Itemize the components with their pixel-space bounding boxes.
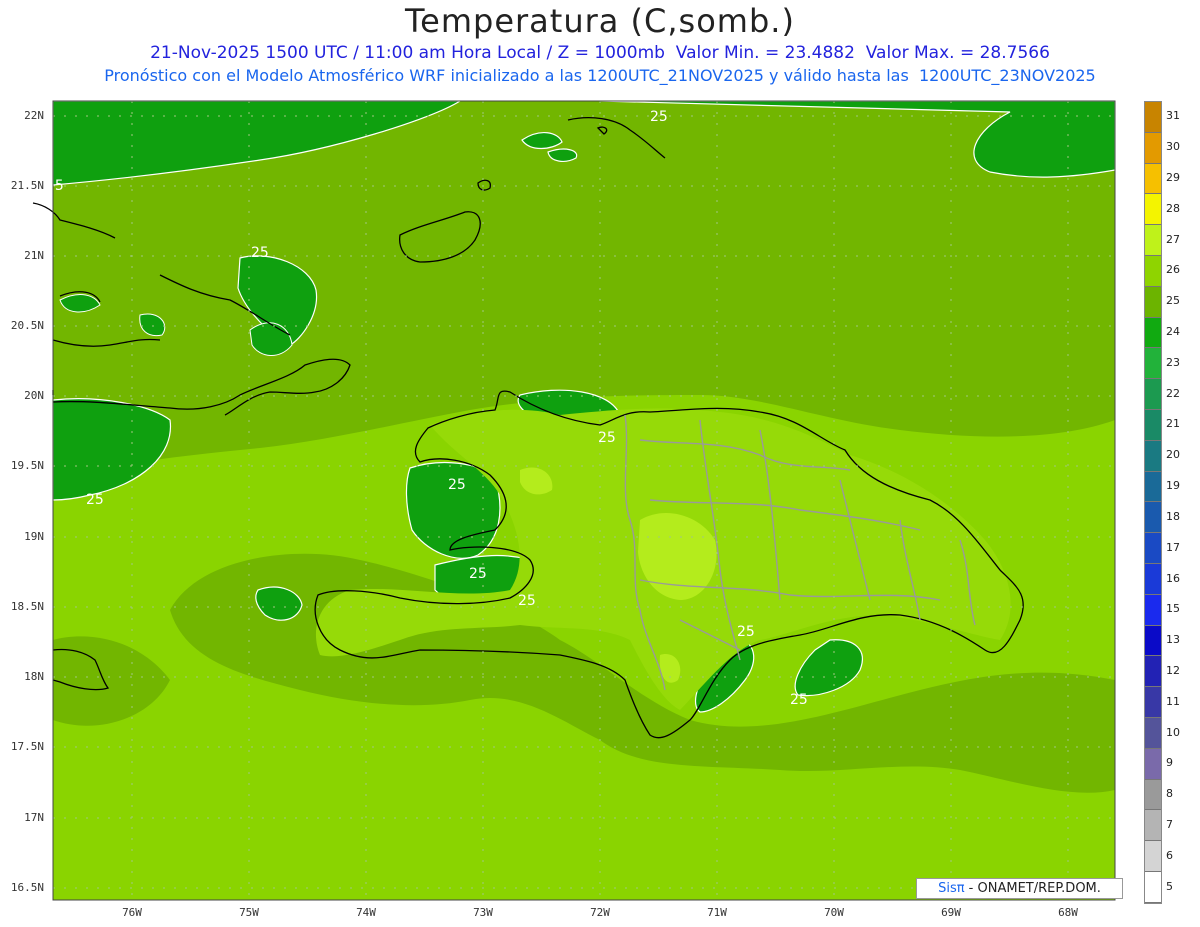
- colorbar-tick-label: 6: [1166, 848, 1173, 862]
- colorbar-tick-label: 21: [1166, 417, 1180, 431]
- colorbar-tick-label: 31: [1166, 109, 1180, 123]
- lat-label: 20N: [24, 389, 44, 402]
- lon-label: 72W: [590, 906, 610, 919]
- lat-label: 18.5N: [10, 600, 44, 613]
- colorbar-swatch: [1145, 163, 1161, 195]
- colorbar-swatch: [1145, 687, 1161, 718]
- colorbar-tick-label: 10: [1166, 725, 1180, 739]
- colorbar-tick-label: 20: [1166, 448, 1180, 462]
- colorbar-swatch: [1145, 779, 1161, 811]
- colorbar-swatch: [1145, 717, 1161, 749]
- colorbar-tick-label: 23: [1166, 355, 1180, 369]
- colorbar-swatch: [1145, 841, 1161, 872]
- contour-label: 25: [251, 245, 269, 261]
- colorbar-tick-label: 30: [1166, 140, 1180, 154]
- colorbar-swatch: [1145, 379, 1161, 410]
- credit-box: Sisπ - ONAMET/REP.DOM.: [916, 878, 1123, 899]
- colorbar-swatch: [1145, 409, 1161, 441]
- contour-label: 25: [790, 692, 808, 708]
- contour-label: 25: [518, 593, 536, 609]
- colorbar-swatch: [1145, 440, 1161, 472]
- colorbar-tick-label: 25: [1166, 294, 1180, 308]
- colorbar-swatch: [1145, 102, 1161, 133]
- colorbar-tick-label: 16: [1166, 571, 1180, 585]
- contour-label: 25: [650, 109, 668, 125]
- colorbar-swatch: [1145, 194, 1161, 226]
- colorbar-tick-label: 5: [1166, 879, 1173, 893]
- credit-org: ONAMET/REP.DOM.: [977, 881, 1101, 896]
- colorbar-swatch: [1145, 132, 1161, 164]
- colorbar-swatch: [1145, 471, 1161, 503]
- lat-label: 21N: [24, 249, 44, 262]
- lat-label: 20.5N: [10, 319, 44, 332]
- colorbar-tick-label: 27: [1166, 232, 1180, 246]
- contour-label: 25: [598, 430, 616, 446]
- colorbar: [1144, 101, 1162, 904]
- colorbar-tick-label: 13: [1166, 633, 1180, 647]
- contour-label: 25: [737, 624, 755, 640]
- lon-label: 74W: [356, 906, 376, 919]
- colorbar-tick-label: 28: [1166, 201, 1180, 215]
- colorbar-swatch: [1145, 656, 1161, 688]
- colorbar-tick-label: 22: [1166, 386, 1180, 400]
- colorbar-tick-label: 18: [1166, 509, 1180, 523]
- colorbar-tick-label: 12: [1166, 663, 1180, 677]
- lon-label: 69W: [941, 906, 961, 919]
- colorbar-swatch: [1145, 348, 1161, 380]
- lat-label: 17.5N: [10, 740, 44, 753]
- colorbar-swatch: [1145, 625, 1161, 657]
- colorbar-tick-label: 7: [1166, 817, 1173, 831]
- colorbar-swatch: [1145, 810, 1161, 842]
- lon-label: 71W: [707, 906, 727, 919]
- colorbar-tick-label: 26: [1166, 263, 1180, 277]
- colorbar-swatch: [1145, 225, 1161, 256]
- lat-label: 22N: [24, 109, 44, 122]
- lon-label: 68W: [1058, 906, 1078, 919]
- colorbar-swatch: [1145, 594, 1161, 626]
- lon-label: 75W: [239, 906, 259, 919]
- credit-separator: -: [964, 881, 978, 896]
- contour-label: 25: [86, 492, 104, 508]
- colorbar-swatch: [1145, 563, 1161, 595]
- colorbar-tick-label: 15: [1166, 602, 1180, 616]
- lon-label: 73W: [473, 906, 493, 919]
- colorbar-swatch: [1145, 748, 1161, 780]
- colorbar-swatch: [1145, 502, 1161, 534]
- sispi-logo-text: Sisπ: [938, 881, 965, 896]
- contour-label: 25: [448, 477, 466, 493]
- contour-label: 25: [469, 566, 487, 582]
- colorbar-tick-label: 9: [1166, 756, 1173, 770]
- colorbar-swatch: [1145, 317, 1161, 349]
- lat-label: 21.5N: [10, 179, 44, 192]
- colorbar-swatch: [1145, 533, 1161, 564]
- lat-label: 18N: [24, 670, 44, 683]
- colorbar-tick-label: 19: [1166, 479, 1180, 493]
- lat-label: 17N: [24, 811, 44, 824]
- contour-label: 25: [46, 178, 64, 194]
- map-panel: 25 25 25 25 25 25 25 25 25 25: [32, 100, 1116, 901]
- lat-label: 19N: [24, 530, 44, 543]
- lat-label: 16.5N: [10, 881, 44, 894]
- lon-label: 70W: [824, 906, 844, 919]
- lat-label: 19.5N: [10, 459, 44, 472]
- lon-label: 76W: [122, 906, 142, 919]
- colorbar-tick-label: 17: [1166, 540, 1180, 554]
- colorbar-tick-label: 24: [1166, 325, 1180, 339]
- colorbar-tick-label: 11: [1166, 694, 1180, 708]
- colorbar-tick-label: 8: [1166, 787, 1173, 801]
- colorbar-swatch: [1145, 286, 1161, 318]
- colorbar-swatch: [1145, 871, 1161, 903]
- colorbar-tick-label: 29: [1166, 171, 1180, 185]
- colorbar-swatch: [1145, 255, 1161, 287]
